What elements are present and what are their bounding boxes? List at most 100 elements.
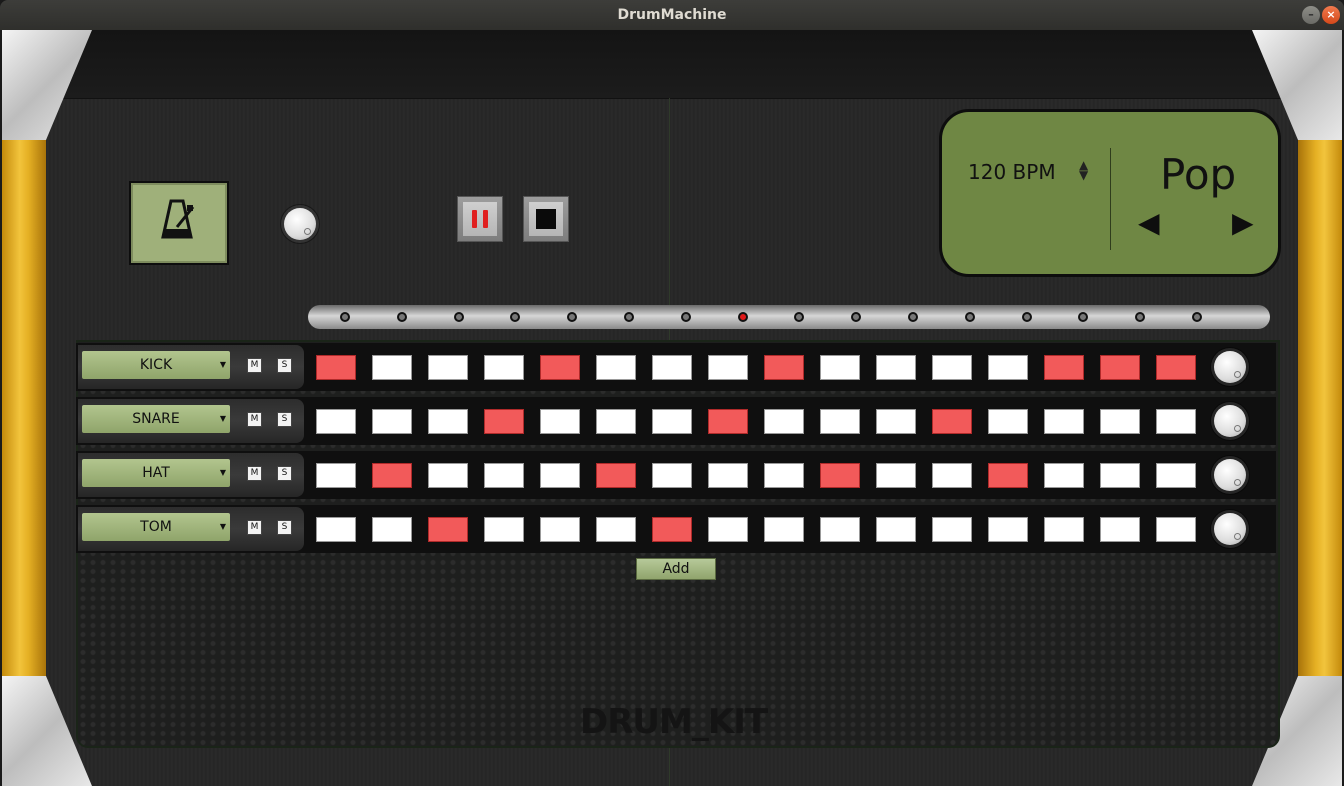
step-button[interactable]	[540, 409, 580, 434]
step-button[interactable]	[428, 517, 468, 542]
step-button[interactable]	[1044, 355, 1084, 380]
step-button[interactable]	[820, 355, 860, 380]
instrument-select[interactable]: HAT ▼	[82, 459, 230, 487]
track-volume-knob[interactable]	[1214, 405, 1246, 437]
step-button[interactable]	[988, 517, 1028, 542]
step-button[interactable]	[428, 409, 468, 434]
step-button[interactable]	[820, 409, 860, 434]
close-icon[interactable]: ×	[1322, 6, 1340, 24]
step-button[interactable]	[652, 409, 692, 434]
track-volume-knob[interactable]	[1214, 513, 1246, 545]
kit-name: Pop	[1160, 150, 1237, 199]
step-button[interactable]	[484, 517, 524, 542]
instrument-label: TOM	[140, 519, 172, 535]
step-button[interactable]	[372, 517, 412, 542]
mute-button[interactable]: M	[247, 358, 262, 373]
step-button[interactable]	[540, 463, 580, 488]
lcd-display: 120 BPM ▲ ▼ Pop ◀ ▶	[939, 109, 1281, 277]
step-button[interactable]	[316, 463, 356, 488]
step-button[interactable]	[316, 517, 356, 542]
step-button[interactable]	[1100, 517, 1140, 542]
step-button[interactable]	[988, 409, 1028, 434]
solo-button[interactable]: S	[277, 412, 292, 427]
step-led	[680, 312, 691, 322]
prev-kit-icon[interactable]: ◀	[1138, 206, 1160, 239]
mute-button[interactable]: M	[247, 412, 262, 427]
step-button[interactable]	[372, 355, 412, 380]
step-button[interactable]	[988, 355, 1028, 380]
add-track-button[interactable]: Add	[636, 558, 716, 580]
step-button[interactable]	[1044, 463, 1084, 488]
step-button[interactable]	[596, 463, 636, 488]
step-button[interactable]	[988, 463, 1028, 488]
step-button[interactable]	[596, 517, 636, 542]
step-button[interactable]	[708, 409, 748, 434]
step-button[interactable]	[1100, 463, 1140, 488]
step-button[interactable]	[1100, 355, 1140, 380]
step-button[interactable]	[372, 463, 412, 488]
step-led	[908, 312, 918, 322]
step-button[interactable]	[1156, 463, 1196, 488]
step-button[interactable]	[540, 517, 580, 542]
metronome-icon	[161, 199, 195, 239]
stop-button[interactable]	[523, 196, 569, 242]
step-button[interactable]	[652, 463, 692, 488]
bpm-spinner-icon[interactable]: ▲ ▼	[1079, 159, 1088, 181]
step-button[interactable]	[876, 463, 916, 488]
step-button[interactable]	[876, 355, 916, 380]
metronome-button[interactable]	[129, 181, 229, 265]
step-button[interactable]	[596, 409, 636, 434]
instrument-select[interactable]: KICK ▼	[82, 351, 230, 379]
step-button[interactable]	[820, 463, 860, 488]
mute-button[interactable]: M	[247, 466, 262, 481]
step-button[interactable]	[316, 409, 356, 434]
instrument-select[interactable]: SNARE ▼	[82, 405, 230, 433]
step-button[interactable]	[932, 355, 972, 380]
wood-side-right	[1298, 30, 1342, 786]
step-button[interactable]	[764, 355, 804, 380]
step-button[interactable]	[876, 517, 916, 542]
metronome-volume-knob[interactable]	[284, 208, 316, 240]
step-button[interactable]	[1044, 517, 1084, 542]
step-button[interactable]	[708, 463, 748, 488]
solo-button[interactable]: S	[277, 466, 292, 481]
step-led	[624, 312, 634, 322]
track-volume-knob[interactable]	[1214, 351, 1246, 383]
step-button[interactable]	[316, 355, 356, 380]
minimize-icon[interactable]: –	[1302, 6, 1320, 24]
step-button[interactable]	[484, 355, 524, 380]
solo-button[interactable]: S	[277, 520, 292, 535]
step-button[interactable]	[428, 355, 468, 380]
step-button[interactable]	[708, 517, 748, 542]
step-button[interactable]	[540, 355, 580, 380]
step-button[interactable]	[596, 355, 636, 380]
step-button[interactable]	[764, 463, 804, 488]
pause-button[interactable]	[457, 196, 503, 242]
step-button[interactable]	[652, 517, 692, 542]
next-kit-icon[interactable]: ▶	[1232, 206, 1254, 239]
step-button[interactable]	[932, 409, 972, 434]
step-button[interactable]	[1156, 355, 1196, 380]
step-button[interactable]	[876, 409, 916, 434]
step-button[interactable]	[484, 409, 524, 434]
step-button[interactable]	[708, 355, 748, 380]
step-button[interactable]	[1100, 409, 1140, 434]
step-button[interactable]	[1044, 409, 1084, 434]
step-button[interactable]	[932, 463, 972, 488]
track-header: KICK ▼ M S	[78, 345, 304, 389]
step-button[interactable]	[484, 463, 524, 488]
mute-button[interactable]: M	[247, 520, 262, 535]
step-button[interactable]	[820, 517, 860, 542]
window-title: DrumMachine	[617, 7, 727, 23]
step-button[interactable]	[1156, 409, 1196, 434]
step-button[interactable]	[372, 409, 412, 434]
step-button[interactable]	[428, 463, 468, 488]
instrument-select[interactable]: TOM ▼	[82, 513, 230, 541]
solo-button[interactable]: S	[277, 358, 292, 373]
step-button[interactable]	[1156, 517, 1196, 542]
step-button[interactable]	[652, 355, 692, 380]
step-button[interactable]	[764, 517, 804, 542]
step-button[interactable]	[932, 517, 972, 542]
track-volume-knob[interactable]	[1214, 459, 1246, 491]
step-button[interactable]	[764, 409, 804, 434]
